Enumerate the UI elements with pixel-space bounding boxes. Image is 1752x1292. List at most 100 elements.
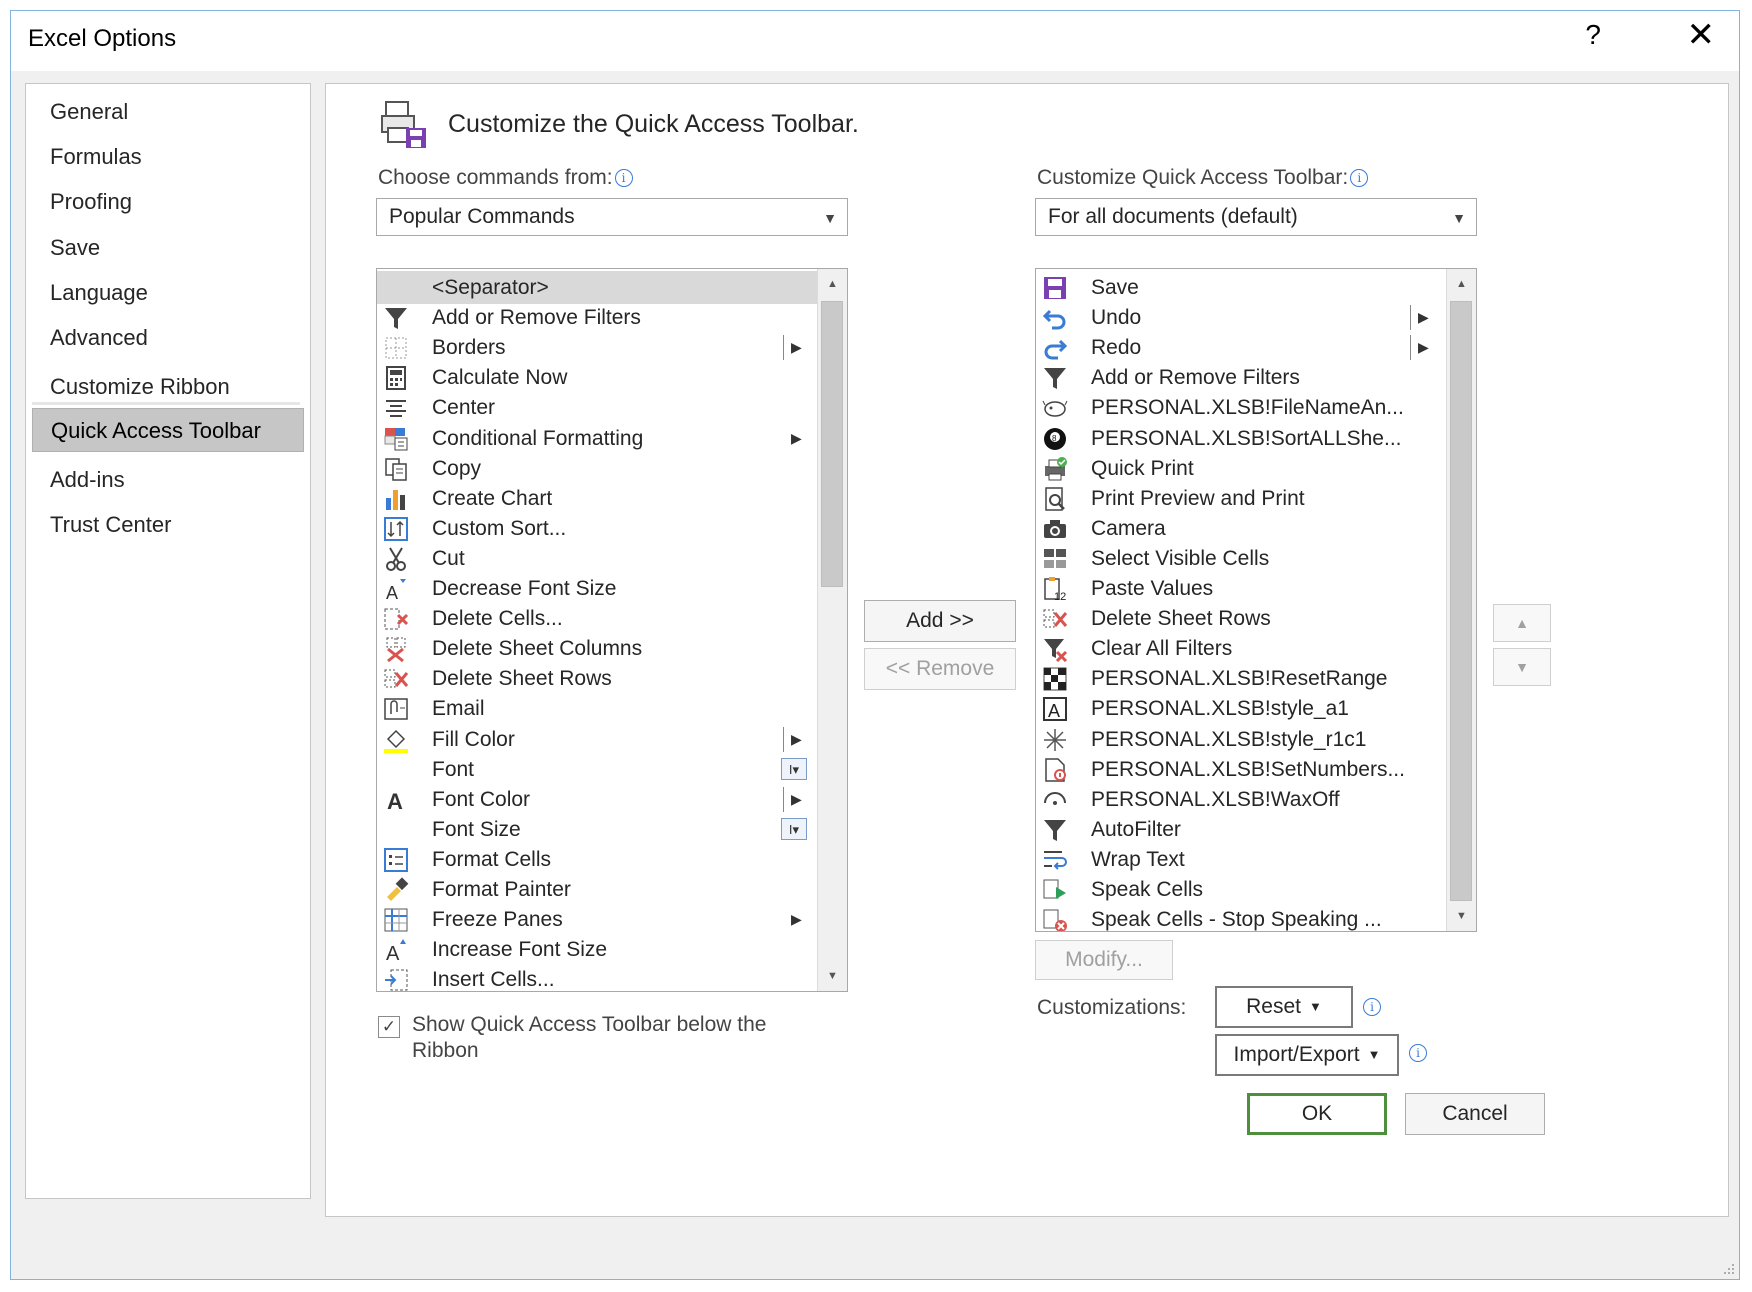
toolbar-list-item[interactable]: 8 PERSONAL.XLSB!SortALLShe... xyxy=(1036,422,1446,455)
resize-grip-icon[interactable] xyxy=(1721,1261,1735,1275)
info-icon[interactable]: i xyxy=(1363,998,1381,1016)
nav-item-language[interactable]: Language xyxy=(32,271,304,315)
command-list-item[interactable]: Conditional Formatting ▶ xyxy=(377,422,817,455)
show-below-ribbon-checkbox[interactable]: ✓ xyxy=(378,1016,400,1038)
remove-button[interactable]: << Remove xyxy=(864,648,1016,690)
nav-item-quick-access-toolbar[interactable]: Quick Access Toolbar xyxy=(32,408,304,452)
toolbar-list-item[interactable]: 12 Paste Values xyxy=(1036,572,1446,605)
nav-item-advanced[interactable]: Advanced xyxy=(32,316,304,360)
toolbar-list-item[interactable]: PERSONAL.XLSB!WaxOff xyxy=(1036,783,1446,816)
nav-item-trust-center[interactable]: Trust Center xyxy=(32,503,304,547)
quick-access-toolbar-list[interactable]: ▲ ▼ Save Undo ▶ Redo ▶ Add or Remove Filters P… xyxy=(1035,268,1477,932)
move-up-button[interactable]: ▲ xyxy=(1493,604,1551,642)
toolbar-list-item-label: Delete Sheet Rows xyxy=(1091,607,1271,631)
command-list-item[interactable]: Font Size I▾ xyxy=(377,813,817,846)
command-list-item[interactable]: Email xyxy=(377,692,817,725)
add-button[interactable]: Add >> xyxy=(864,600,1016,642)
command-list-item[interactable]: Center xyxy=(377,391,817,424)
toolbar-list-item[interactable]: Quick Print xyxy=(1036,452,1446,485)
toolbar-list-item[interactable]: A PERSONAL.XLSB!style_a1 xyxy=(1036,692,1446,725)
command-list-item[interactable]: <Separator> xyxy=(377,271,817,304)
choose-commands-dropdown[interactable]: Popular Commands ▼ xyxy=(376,198,848,236)
toolbar-list-item-label: Quick Print xyxy=(1091,456,1194,480)
command-list-item[interactable]: Insert Cells... xyxy=(377,963,817,991)
command-list-item[interactable]: Calculate Now xyxy=(377,361,817,394)
wax-icon xyxy=(1044,791,1066,805)
borders-icon xyxy=(385,337,407,359)
reset-button[interactable]: Reset ▼ xyxy=(1215,986,1353,1028)
command-list-item[interactable]: Freeze Panes ▶ xyxy=(377,903,817,936)
toolbar-list-item[interactable]: Print Preview and Print xyxy=(1036,482,1446,515)
command-list-item[interactable]: Format Painter xyxy=(377,873,817,906)
toolbar-list-item[interactable]: Speak Cells xyxy=(1036,873,1446,906)
command-list-item[interactable]: Add or Remove Filters xyxy=(377,301,817,334)
filter-icon xyxy=(1044,819,1066,841)
info-icon[interactable]: i xyxy=(614,169,633,188)
toolbar-list-item[interactable]: Add or Remove Filters xyxy=(1036,361,1446,394)
help-button[interactable]: ? xyxy=(1585,19,1601,51)
sort-icon xyxy=(384,516,408,541)
command-list-item[interactable]: Create Chart xyxy=(377,482,817,515)
toolbar-list-item[interactable]: Undo ▶ xyxy=(1036,301,1446,334)
chevron-down-icon: ▼ xyxy=(1452,210,1466,226)
scroll-up-button[interactable]: ▲ xyxy=(1447,269,1476,299)
modify-button[interactable]: Modify... xyxy=(1035,940,1173,980)
import-export-button[interactable]: Import/Export ▼ xyxy=(1215,1034,1399,1076)
toolbar-list-item[interactable]: Delete Sheet Rows xyxy=(1036,602,1446,635)
command-list-item[interactable]: Delete Sheet Rows xyxy=(377,662,817,695)
toolbar-list-item-label: Select Visible Cells xyxy=(1091,546,1270,570)
command-list-item[interactable]: Borders ▶ xyxy=(377,331,817,364)
toolbar-list-scrollbar[interactable]: ▲ ▼ xyxy=(1446,269,1476,931)
nav-item-add-ins[interactable]: Add-ins xyxy=(32,458,304,502)
scroll-up-button[interactable]: ▲ xyxy=(818,269,847,299)
dialog-title: Excel Options xyxy=(28,25,177,52)
command-list-item[interactable]: A Font Color ▶ xyxy=(377,783,817,816)
letter-a-icon: A xyxy=(1043,697,1067,722)
scroll-down-button[interactable]: ▼ xyxy=(818,961,847,991)
toolbar-list-item[interactable]: Select Visible Cells xyxy=(1036,542,1446,575)
command-list-item[interactable]: Copy xyxy=(377,452,817,485)
page-heading: Customize the Quick Access Toolbar. xyxy=(448,110,859,138)
info-icon[interactable]: i xyxy=(1409,1044,1427,1062)
command-list-item[interactable]: Cut xyxy=(377,542,817,575)
wrap-text-icon xyxy=(1044,850,1067,870)
scroll-thumb[interactable] xyxy=(821,301,843,587)
nav-item-formulas[interactable]: Formulas xyxy=(32,135,304,179)
command-list-item[interactable]: Font I▾ xyxy=(377,753,817,786)
info-icon[interactable]: i xyxy=(1350,169,1369,188)
toolbar-list-item[interactable]: Redo ▶ xyxy=(1036,331,1446,364)
toolbar-list-item[interactable]: PERSONAL.XLSB!ResetRange xyxy=(1036,662,1446,695)
command-list-item[interactable]: Custom Sort... xyxy=(377,512,817,545)
command-list-item[interactable]: A Increase Font Size xyxy=(377,933,817,966)
toolbar-list-item[interactable]: Camera xyxy=(1036,512,1446,545)
command-list-item[interactable]: Delete Cells... xyxy=(377,602,817,635)
cancel-button[interactable]: Cancel xyxy=(1405,1093,1545,1135)
nav-item-general[interactable]: General xyxy=(32,90,304,134)
scroll-thumb[interactable] xyxy=(1450,301,1472,901)
toolbar-list-item[interactable]: AutoFilter xyxy=(1036,813,1446,846)
scroll-down-button[interactable]: ▼ xyxy=(1447,901,1476,931)
paste-values-icon: 12 xyxy=(1044,577,1066,602)
move-down-button[interactable]: ▼ xyxy=(1493,648,1551,686)
toolbar-list-item[interactable]: PERSONAL.XLSB!FileNameAn... xyxy=(1036,391,1446,424)
toolbar-list-item[interactable]: Clear All Filters xyxy=(1036,632,1446,665)
toolbar-list-item[interactable]: PERSONAL.XLSB!SetNumbers... xyxy=(1036,753,1446,786)
commands-scrollbar[interactable]: ▲ ▼ xyxy=(817,269,847,991)
ok-button[interactable]: OK xyxy=(1247,1093,1387,1135)
toolbar-list-item[interactable]: Wrap Text xyxy=(1036,843,1446,876)
nav-item-customize-ribbon[interactable]: Customize Ribbon xyxy=(32,365,304,409)
close-button[interactable]: ✕ xyxy=(1687,15,1716,55)
command-list-item-label: Format Cells xyxy=(432,847,552,871)
toolbar-list-item[interactable]: Speak Cells - Stop Speaking ... xyxy=(1036,903,1446,931)
commands-list[interactable]: ▲ ▼ <Separator> Add or Remove Filters Bord… xyxy=(376,268,848,992)
toolbar-list-item[interactable]: PERSONAL.XLSB!style_r1c1 xyxy=(1036,723,1446,756)
command-list-item[interactable]: Fill Color ▶ xyxy=(377,723,817,756)
nav-item-save[interactable]: Save xyxy=(32,226,304,270)
command-list-item[interactable]: A Decrease Font Size xyxy=(377,572,817,605)
toolbar-list-item[interactable]: Save xyxy=(1036,271,1446,304)
command-list-item[interactable]: Format Cells xyxy=(377,843,817,876)
nav-item-proofing[interactable]: Proofing xyxy=(32,180,304,224)
customize-toolbar-dropdown[interactable]: For all documents (default) ▼ xyxy=(1035,198,1477,236)
command-list-item[interactable]: Delete Sheet Columns xyxy=(377,632,817,665)
chart-icon xyxy=(386,489,405,510)
